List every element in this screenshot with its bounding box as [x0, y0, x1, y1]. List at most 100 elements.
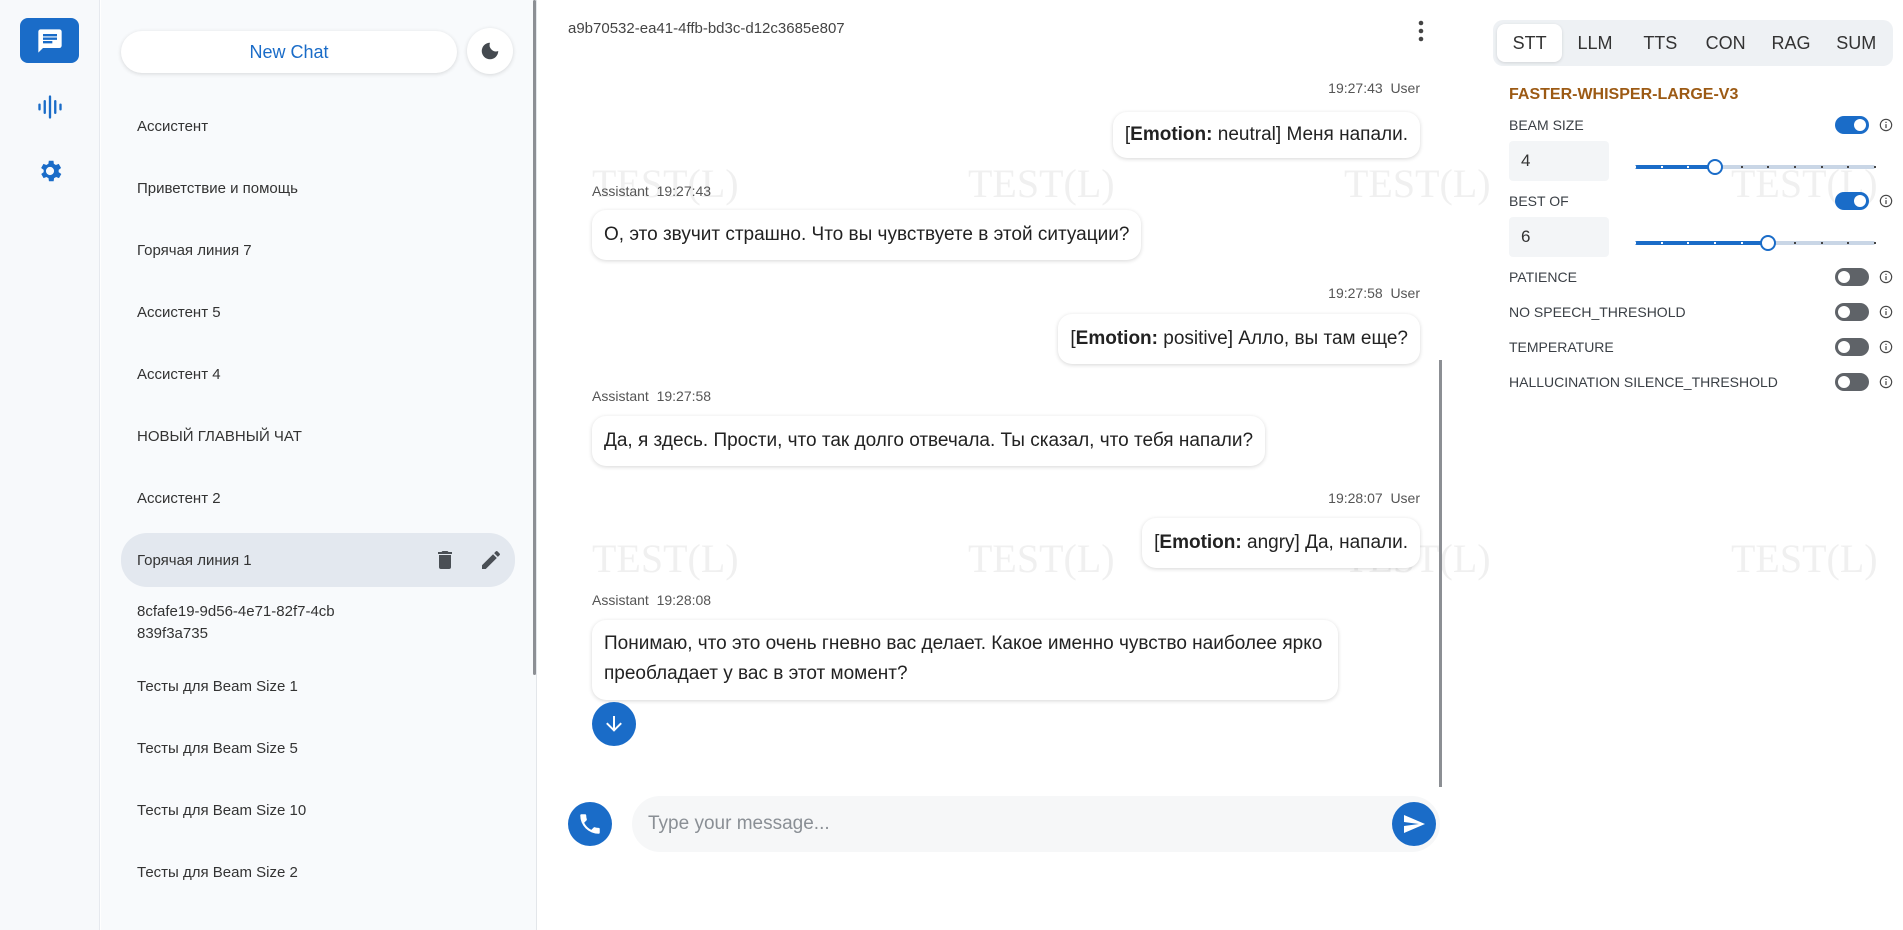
- chat-list-item[interactable]: Горячая линия 7: [121, 219, 515, 281]
- chat-list-item[interactable]: Ассистент 2: [121, 467, 515, 529]
- scroll-to-bottom-button[interactable]: [592, 702, 636, 746]
- assistant-message-bubble: Да, я здесь. Прости, что так долго отвеч…: [592, 416, 1266, 466]
- message-text: Понимаю, что это очень гневно вас делает…: [604, 633, 1323, 684]
- temperature-toggle[interactable]: [1835, 338, 1869, 356]
- chat-list-item[interactable]: 8cfafe19-9d56-4e71-82f7-4cb839f3a735: [121, 591, 515, 655]
- phone-icon: [580, 814, 600, 834]
- user-message-bubble: [Emotion: neutral] Меня напали.: [1112, 112, 1420, 158]
- chat-list-item[interactable]: Тесты для Beam Size 5: [121, 717, 515, 779]
- beam-size-input[interactable]: 4: [1509, 141, 1609, 181]
- theme-toggle-button[interactable]: [467, 28, 513, 74]
- chat-list-item[interactable]: Приветствие и помощь: [121, 157, 515, 219]
- message-role: User: [1390, 80, 1420, 96]
- slider-tick: [1740, 166, 1743, 168]
- edit-icon[interactable]: [479, 548, 503, 572]
- chat-item-label: НОВЫЙ ГЛАВНЫЙ ЧАТ: [137, 427, 302, 445]
- param-no-speech-threshold: NO SPEECH_THRESHOLD: [1509, 301, 1893, 323]
- tab-sum[interactable]: SUM: [1824, 24, 1889, 62]
- message-role: Assistant: [592, 388, 649, 404]
- chat-list-item[interactable]: Тесты для Beam Size 10: [121, 779, 515, 841]
- message-text: Да, напали.: [1305, 532, 1408, 553]
- best-of-slider[interactable]: [1634, 233, 1876, 253]
- tab-stt[interactable]: STT: [1497, 24, 1563, 62]
- arrow-down-icon: [606, 716, 622, 732]
- message-role: Assistant: [592, 592, 649, 608]
- message-text: Да, я здесь. Прости, что так долго отвеч…: [604, 430, 1254, 451]
- slider-tick: [1634, 166, 1636, 168]
- emotion-label: Emotion:: [1130, 124, 1213, 145]
- send-button[interactable]: [1392, 802, 1436, 846]
- tab-tts[interactable]: TTS: [1628, 24, 1693, 62]
- info-icon[interactable]: [1879, 270, 1893, 284]
- chat-list-item-selected[interactable]: Горячая линия 1: [121, 533, 515, 587]
- tab-llm[interactable]: LLM: [1562, 24, 1627, 62]
- chat-list-scrollbar[interactable]: [533, 0, 536, 675]
- message-input[interactable]: [648, 796, 1348, 852]
- chat-list-item[interactable]: Тесты для Beam Size 1: [121, 655, 515, 717]
- icon-rail: [0, 0, 100, 930]
- message-time: 19:27:58: [656, 388, 712, 404]
- chat-list: Ассистент Приветствие и помощь Горячая л…: [121, 95, 515, 903]
- chat-item-label: 8cfafe19-9d56-4e71-82f7-4cb839f3a735: [137, 603, 335, 642]
- param-label: NO SPEECH_THRESHOLD: [1509, 304, 1686, 320]
- beam-size-toggle[interactable]: [1835, 116, 1869, 134]
- nav-settings-button[interactable]: [20, 148, 79, 193]
- chat-icon: [37, 28, 62, 53]
- best-of-toggle[interactable]: [1835, 192, 1869, 210]
- message-meta: 19:28:07 User: [1328, 490, 1420, 506]
- tab-con[interactable]: CON: [1693, 24, 1758, 62]
- model-name: FASTER-WHISPER-LARGE-V3: [1509, 86, 1739, 103]
- waveform-icon: [37, 94, 62, 119]
- chat-list-item[interactable]: Тесты для Beam Size 2: [121, 841, 515, 903]
- chat-item-label: Горячая линия 1: [137, 551, 252, 569]
- chat-list-item[interactable]: Ассистент 5: [121, 281, 515, 343]
- param-beam-size: BEAM SIZE: [1509, 114, 1893, 136]
- message-time: 19:27:43: [1328, 80, 1383, 96]
- info-icon[interactable]: [1879, 194, 1893, 208]
- slider-thumb[interactable]: [1707, 159, 1723, 175]
- chat-item-label: Тесты для Beam Size 2: [137, 863, 298, 881]
- messages-scrollbar[interactable]: [1439, 360, 1442, 787]
- delete-icon[interactable]: [433, 548, 457, 572]
- more-vert-icon[interactable]: [1414, 18, 1428, 44]
- info-icon[interactable]: [1879, 118, 1893, 132]
- slider-tick: [1687, 166, 1690, 168]
- slider-tick: [1714, 242, 1716, 244]
- slider-thumb[interactable]: [1760, 235, 1777, 251]
- param-label: BEAM SIZE: [1509, 117, 1584, 133]
- moon-icon: [481, 42, 499, 60]
- slider-tick: [1847, 242, 1850, 244]
- best-of-input[interactable]: 6: [1509, 217, 1609, 257]
- chat-item-label: Тесты для Beam Size 1: [137, 677, 298, 695]
- chat-item-label: Горячая линия 7: [137, 241, 252, 259]
- watermark: TEST(L): [968, 536, 1115, 581]
- info-icon[interactable]: [1879, 375, 1893, 389]
- message-meta: 19:27:58 User: [1328, 285, 1420, 301]
- call-button[interactable]: [568, 802, 612, 846]
- gear-icon: [40, 160, 61, 181]
- info-icon[interactable]: [1879, 305, 1893, 319]
- beam-size-slider[interactable]: [1634, 157, 1876, 177]
- chat-list-item[interactable]: Ассистент: [121, 95, 515, 157]
- nav-chats-button[interactable]: [20, 18, 79, 63]
- new-chat-button[interactable]: New Chat: [121, 31, 457, 73]
- slider-tick: [1767, 166, 1770, 168]
- info-icon[interactable]: [1879, 340, 1893, 354]
- chat-list-item[interactable]: НОВЫЙ ГЛАВНЫЙ ЧАТ: [121, 405, 515, 467]
- message-text: Алло, вы там еще?: [1238, 328, 1408, 349]
- hallucination-threshold-toggle[interactable]: [1835, 373, 1869, 391]
- tab-rag[interactable]: RAG: [1758, 24, 1823, 62]
- patience-toggle[interactable]: [1835, 268, 1869, 286]
- param-label: TEMPERATURE: [1509, 339, 1614, 355]
- slider-tick: [1874, 166, 1876, 168]
- user-message-bubble: [Emotion: angry] Да, напали.: [1142, 518, 1420, 568]
- slider-tick: [1634, 242, 1636, 244]
- chat-list-item[interactable]: Ассистент 4: [121, 343, 515, 405]
- param-temperature: TEMPERATURE: [1509, 336, 1893, 358]
- chat-main: TEST(L) TEST(L) TEST(L) TEST(L) TEST(L) …: [538, 0, 1491, 930]
- no-speech-threshold-toggle[interactable]: [1835, 303, 1869, 321]
- chat-item-label: Тесты для Beam Size 10: [137, 801, 307, 819]
- nav-voice-button[interactable]: [20, 84, 79, 129]
- message-meta: 19:27:43 User: [1328, 80, 1420, 96]
- app-window: New Chat Ассистент Приветствие и помощь …: [0, 0, 1903, 930]
